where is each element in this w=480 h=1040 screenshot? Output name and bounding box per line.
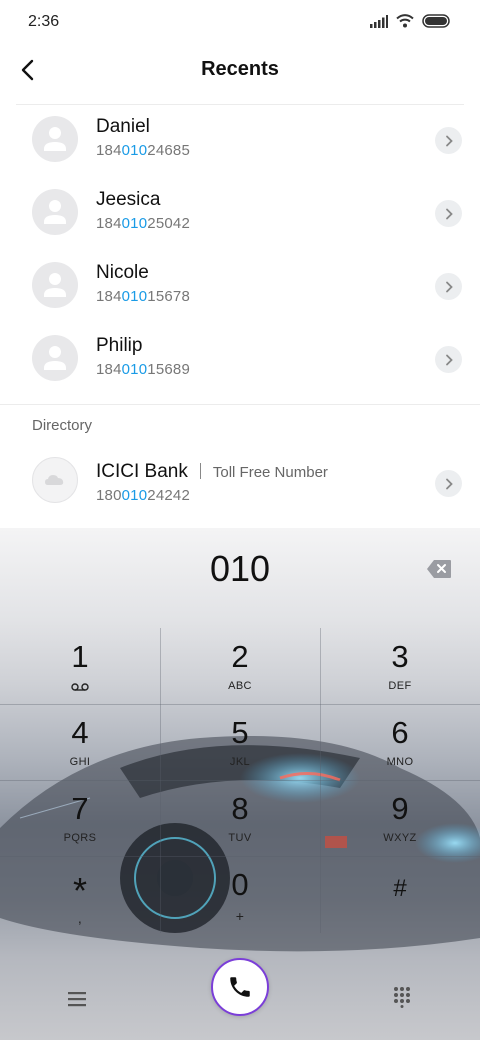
person-icon (44, 127, 66, 151)
dialpad-icon (394, 987, 410, 1008)
key-5[interactable]: 5 JKL (160, 704, 320, 780)
recent-item-daniel[interactable]: Daniel 18401024685 (0, 104, 480, 177)
signal-icon (370, 14, 388, 28)
contact-number: 18401015689 (96, 361, 190, 378)
contact-name: Nicole (96, 262, 149, 283)
call-button[interactable] (211, 958, 269, 1016)
person-icon (44, 273, 66, 297)
avatar (32, 116, 78, 162)
contact-name: Daniel (96, 116, 150, 137)
details-button[interactable] (435, 200, 462, 227)
avatar (32, 189, 78, 235)
chevron-right-icon (445, 281, 453, 292)
status-time: 2:36 (28, 13, 60, 30)
battery-icon (422, 14, 450, 28)
details-button[interactable] (435, 346, 462, 373)
chevron-right-icon (445, 208, 453, 219)
avatar (32, 335, 78, 381)
menu-icon (68, 992, 86, 1007)
person-icon (44, 346, 66, 370)
directory-item-icici-bank[interactable]: ICICI Bank Toll Free Number 18001024242 (0, 445, 480, 518)
phone-icon (230, 977, 250, 997)
section-divider (0, 404, 480, 405)
key-4[interactable]: 4 GHI (0, 704, 160, 780)
page-title: Recents (201, 58, 279, 80)
backspace-icon (427, 560, 451, 578)
backspace-button[interactable] (426, 559, 452, 579)
wifi-icon (396, 14, 414, 28)
key-hash[interactable]: # (320, 856, 480, 932)
dialpad-toggle-button[interactable] (387, 982, 417, 1012)
voicemail-icon (71, 683, 89, 691)
chevron-right-icon (445, 354, 453, 365)
contact-name: Jeesica (96, 189, 161, 210)
contact-subtitle: Toll Free Number (212, 464, 328, 481)
key-3[interactable]: 3 DEF (320, 628, 480, 704)
key-2[interactable]: 2 ABC (160, 628, 320, 704)
details-button[interactable] (435, 273, 462, 300)
recent-item-jeesica[interactable]: Jeesica 18401025042 (0, 177, 480, 250)
contact-number: 18001024242 (96, 487, 190, 504)
separator (199, 463, 201, 479)
details-button[interactable] (435, 127, 462, 154)
bottom-bar (0, 958, 480, 1040)
key-9[interactable]: 9 WXYZ (320, 780, 480, 856)
dialer-panel: 010 1 2 ABC 3 DEF 4 GHI 5 JKL 6 MNO 7 PQ… (0, 528, 480, 1040)
key-1[interactable]: 1 (0, 628, 160, 704)
section-label-directory: Directory (32, 417, 93, 434)
details-button[interactable] (435, 470, 462, 497)
dialed-number[interactable]: 010 (0, 548, 480, 590)
header: Recents (0, 44, 480, 102)
recent-item-nicole[interactable]: Nicole 18401015678 (0, 250, 480, 323)
contact-name: Philip (96, 335, 143, 356)
status-icons (370, 14, 452, 28)
cloud-icon (45, 475, 64, 485)
status-bar: 2:36 (0, 0, 480, 44)
key-6[interactable]: 6 MNO (320, 704, 480, 780)
contact-number: 18401015678 (96, 288, 190, 305)
person-icon (44, 200, 66, 224)
avatar (32, 262, 78, 308)
key-7[interactable]: 7 PQRS (0, 780, 160, 856)
chevron-right-icon (445, 135, 453, 146)
key-star[interactable]: * , (0, 856, 160, 932)
contact-name: ICICI Bank Toll Free Number (96, 461, 328, 482)
key-0[interactable]: 0 + (160, 856, 320, 932)
contact-number: 18401024685 (96, 142, 190, 159)
avatar (32, 457, 78, 503)
menu-button[interactable] (62, 984, 92, 1014)
recent-item-philip[interactable]: Philip 18401015689 (0, 323, 480, 396)
contact-number: 18401025042 (96, 215, 190, 232)
chevron-right-icon (445, 478, 453, 489)
key-8[interactable]: 8 TUV (160, 780, 320, 856)
